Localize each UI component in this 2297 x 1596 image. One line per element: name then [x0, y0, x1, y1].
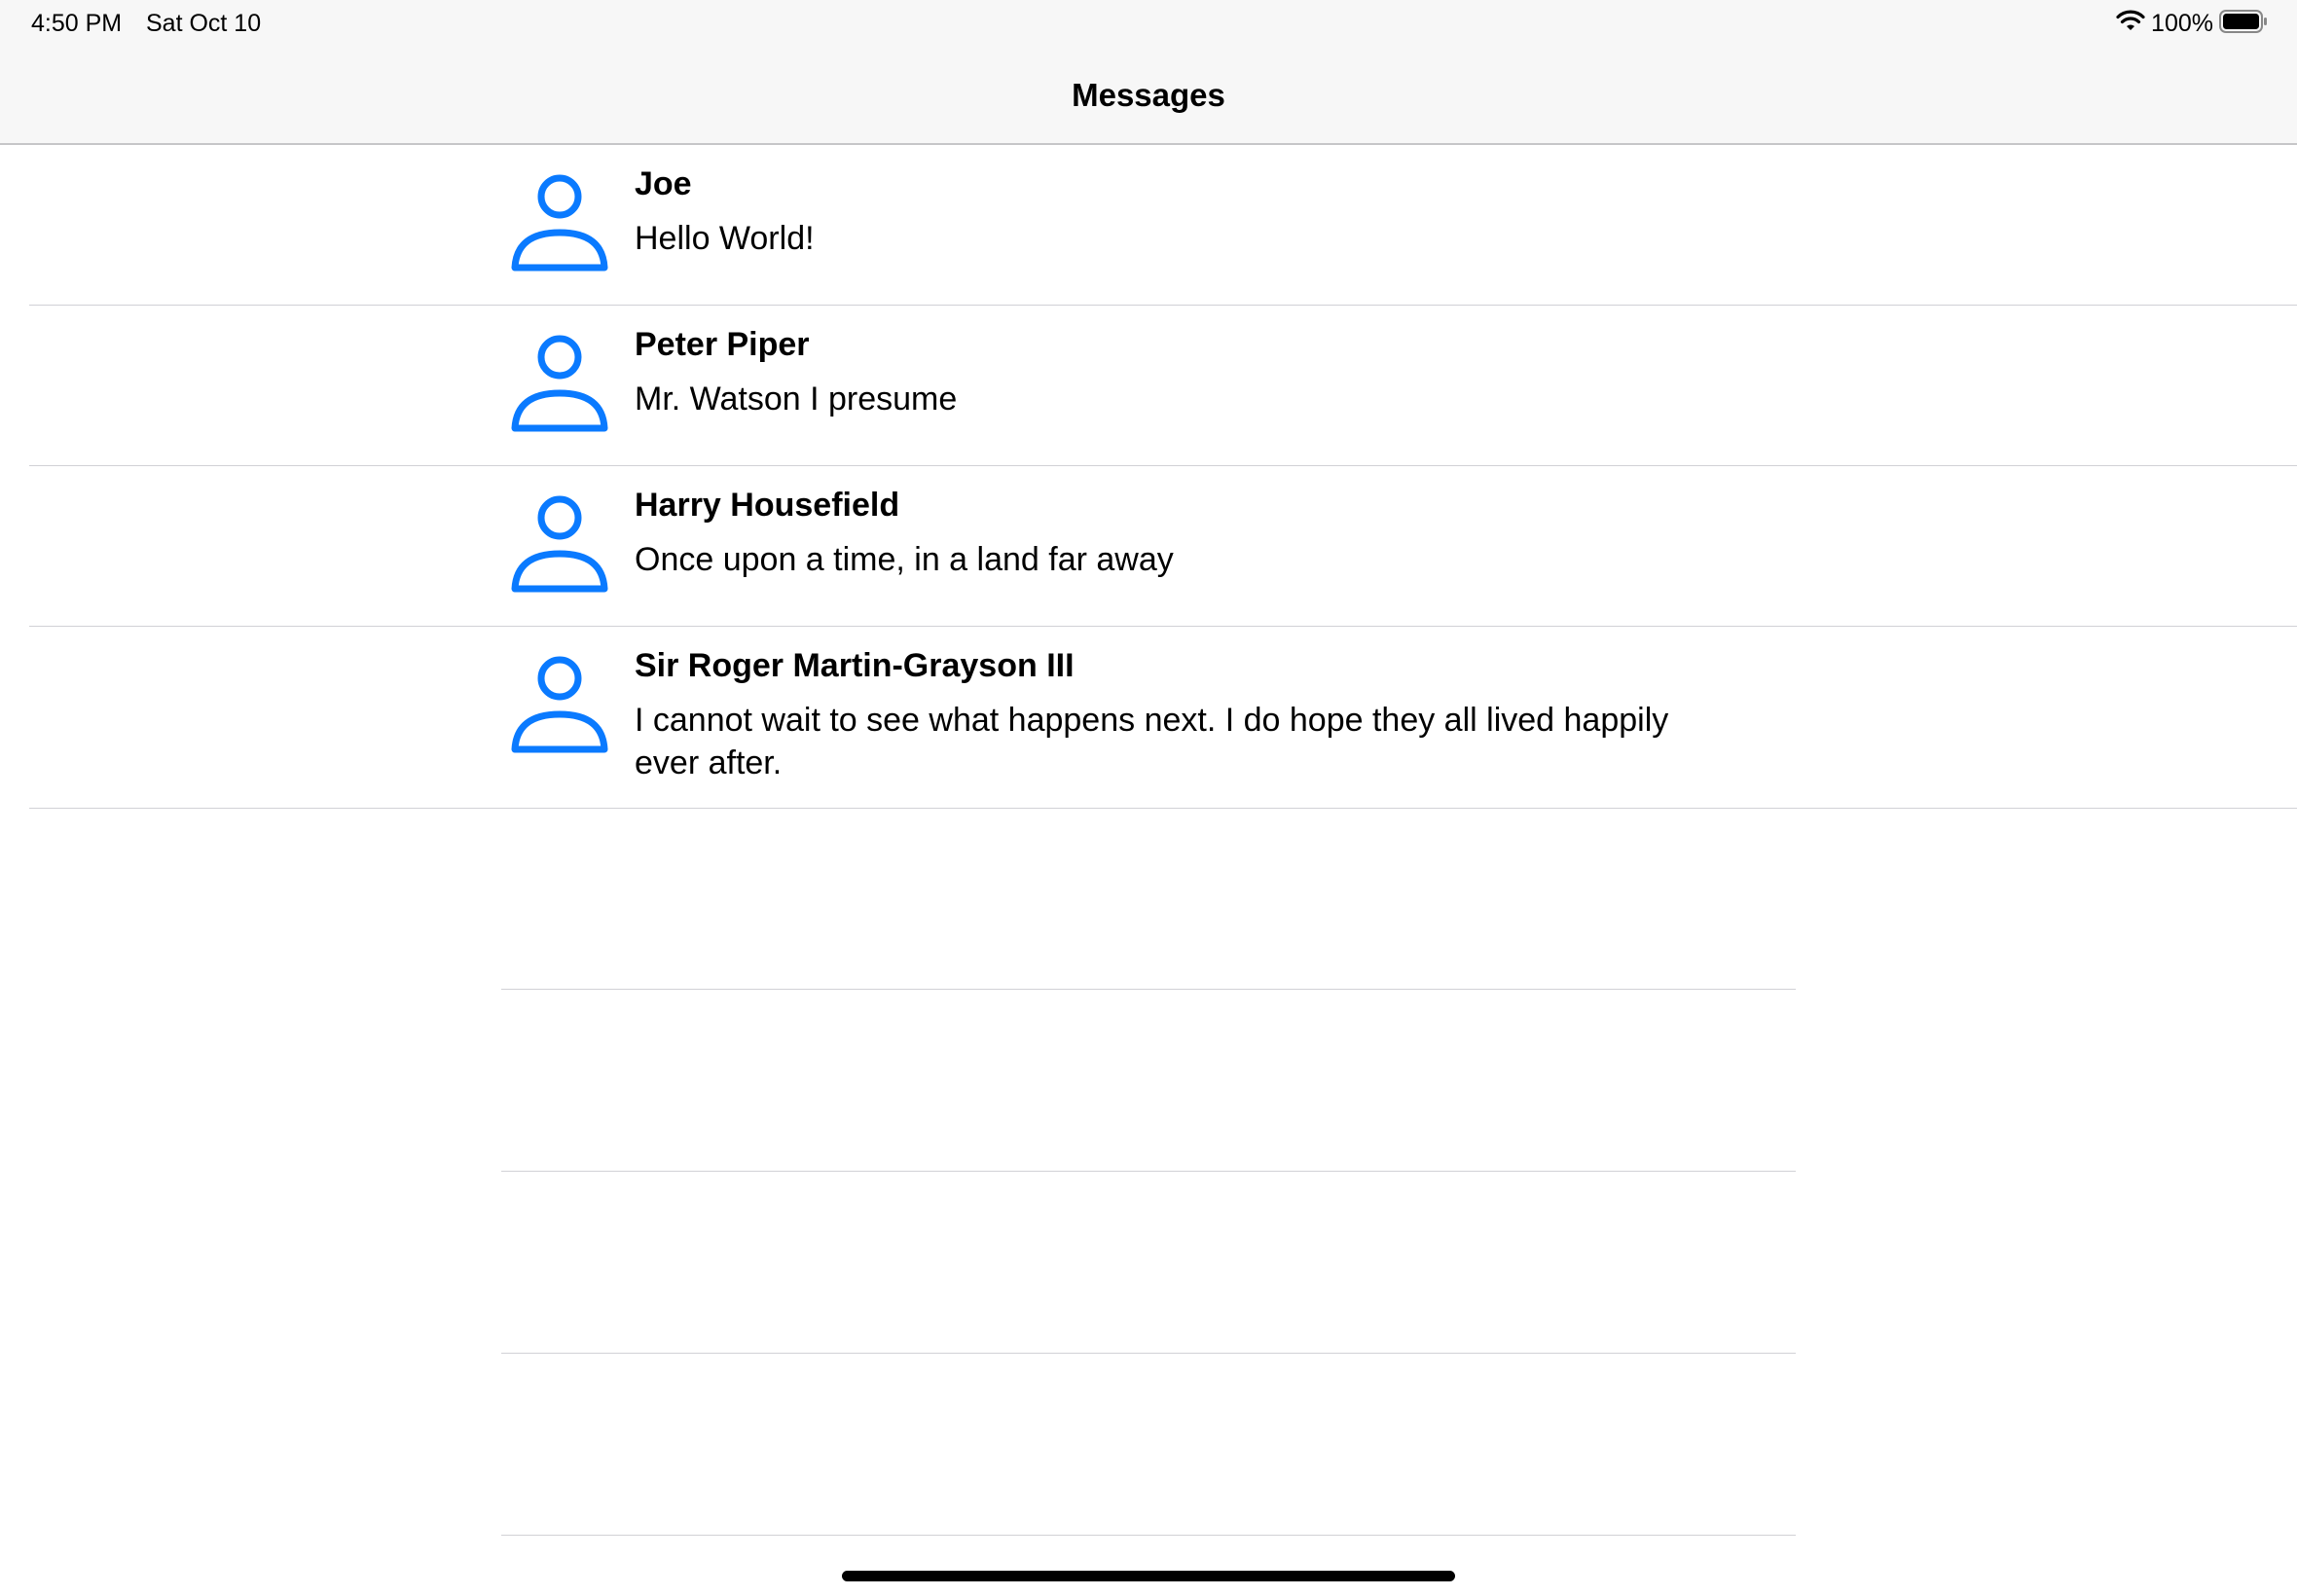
status-date: Sat Oct 10 [146, 10, 262, 37]
person-icon [511, 172, 608, 273]
message-preview: Once upon a time, in a land far away [635, 541, 1174, 578]
battery-full-icon [2219, 9, 2268, 38]
empty-row-separator [501, 1171, 1796, 1172]
person-icon [511, 333, 608, 434]
empty-row-separator [501, 989, 1796, 990]
message-preview: Hello World! [635, 220, 815, 257]
wifi-icon [2116, 10, 2145, 38]
sender-name: Harry Housefield [635, 487, 900, 524]
status-indicators: 100% [2116, 9, 2268, 38]
status-time: 4:50 PM [31, 10, 123, 37]
home-indicator[interactable] [842, 1571, 1455, 1581]
person-icon [511, 654, 608, 755]
sender-name: Joe [635, 165, 692, 202]
sender-name: Peter Piper [635, 326, 810, 363]
message-row[interactable]: Harry Housefield Once upon a time, in a … [29, 466, 2297, 627]
sender-name: Sir Roger Martin-Grayson III [635, 647, 1075, 684]
message-row[interactable]: Joe Hello World! [29, 145, 2297, 306]
message-preview: I cannot wait to see what happens next. … [635, 702, 1669, 781]
message-list: Joe Hello World! Peter Piper Mr. Watson … [0, 145, 2297, 809]
message-preview: Mr. Watson I presume [635, 381, 958, 417]
navigation-bar: 4:50 PM Sat Oct 10 100% Messages [0, 0, 2297, 145]
message-row[interactable]: Sir Roger Martin-Grayson III I cannot wa… [29, 627, 2297, 809]
battery-percentage: 100% [2151, 10, 2213, 37]
empty-row-separator [501, 1353, 1796, 1354]
message-row[interactable]: Peter Piper Mr. Watson I presume [29, 306, 2297, 466]
person-icon [511, 493, 608, 595]
page-title: Messages [1072, 77, 1225, 113]
empty-row-separator [501, 1535, 1796, 1536]
